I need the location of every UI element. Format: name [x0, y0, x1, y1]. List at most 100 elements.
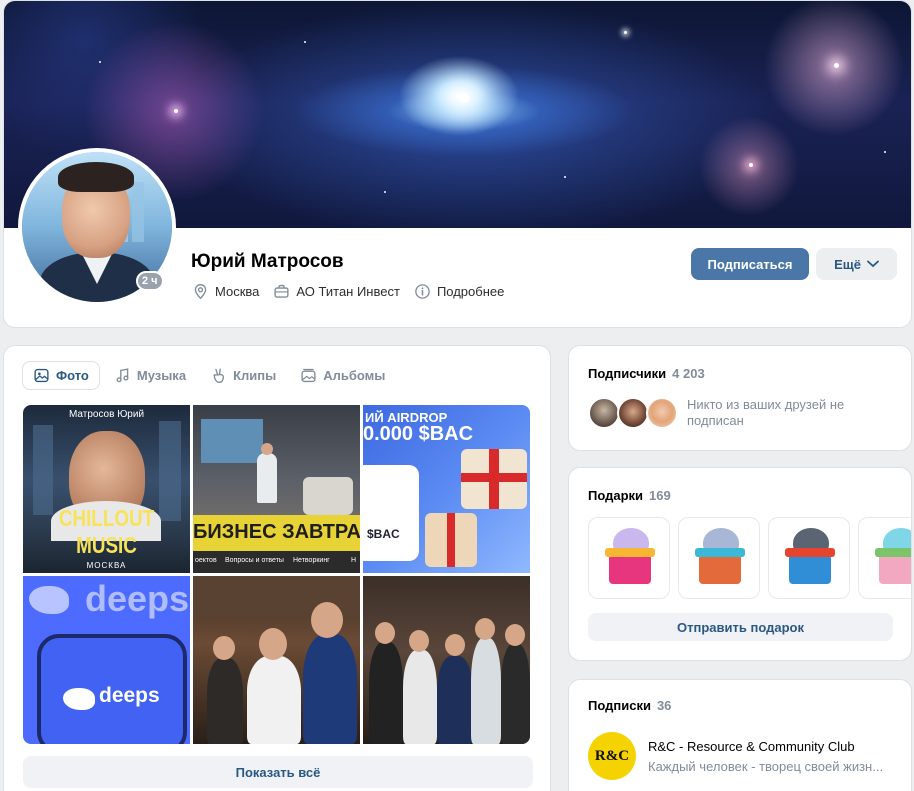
tab-label: Фото: [56, 368, 89, 383]
photo-person: [403, 650, 437, 744]
photo-chillout-music[interactable]: Матросов Юрий CHILLOUT MUSIC МОСКВА: [23, 405, 190, 573]
city-info: Москва: [192, 283, 259, 300]
gifts-count: 169: [649, 488, 671, 503]
profile-name: Юрий Матросов: [191, 251, 344, 272]
gift-item[interactable]: [588, 517, 670, 599]
followers-preview: Никто из ваших друзей не подписан: [588, 397, 867, 429]
subscription-item[interactable]: R&C R&C - Resource & Community Club Кажд…: [588, 732, 883, 780]
photo-panel-label: $BAC: [367, 527, 400, 541]
gift-box-icon: [699, 554, 741, 584]
albums-icon: [301, 368, 316, 383]
more-button-label: Ещё: [834, 256, 861, 272]
community-logo: R&C: [588, 732, 636, 780]
star: [749, 163, 753, 167]
photo-title: БИЗНЕС ЗАВТРА: [193, 521, 360, 543]
tab-label: Клипы: [233, 368, 277, 383]
photo-icon: [34, 368, 49, 383]
gift-item[interactable]: [858, 517, 911, 599]
photo-panel: $BAC: [363, 465, 419, 561]
star: [384, 191, 386, 193]
photo-footer-item: Нетворкинг: [293, 557, 330, 564]
media-card: Фото Музыка Клипы Альбомы Матросов Юрий …: [3, 345, 551, 791]
photo-airdrop[interactable]: ИЙ AIRDROP 0.000 $BAC $BAC: [363, 405, 530, 573]
follower-avatar[interactable]: [646, 397, 678, 429]
photo-footer-item: Вопросы и ответы: [225, 557, 284, 564]
gift-lid: [605, 548, 655, 557]
subscriptions-header[interactable]: Подписки 36: [588, 698, 671, 713]
star: [564, 176, 566, 178]
subscriptions-card: Подписки 36 R&C R&C - Resource & Communit…: [568, 679, 912, 791]
followers-note: Никто из ваших друзей не подписан: [687, 397, 845, 428]
photo-speaker: [257, 453, 277, 503]
tab-music[interactable]: Музыка: [104, 361, 196, 390]
followers-card: Подписчики 4 203 Никто из ваших друзей не…: [568, 345, 912, 451]
photo-head: [409, 630, 429, 652]
gifts-list: [588, 517, 911, 599]
tab-albums[interactable]: Альбомы: [290, 361, 395, 390]
subscription-text: R&C - Resource & Community Club Каждый ч…: [648, 739, 883, 774]
avatar-hair: [58, 162, 134, 192]
tab-clips[interactable]: Клипы: [200, 361, 286, 390]
photo-building: [33, 425, 53, 515]
subscribe-button[interactable]: Подписаться: [691, 248, 809, 280]
photo-head: [311, 602, 343, 638]
photo-subtitle: МОСКВА: [86, 561, 127, 570]
photo-person: [471, 638, 501, 744]
media-tabs: Фото Музыка Клипы Альбомы: [22, 361, 395, 390]
photo-footer-item: оектов: [195, 557, 217, 564]
photo-group-event[interactable]: [363, 576, 530, 744]
photo-head: [445, 634, 465, 656]
info-icon: [415, 284, 430, 299]
followers-count: 4 203: [672, 366, 705, 381]
details-label: Подробнее: [436, 284, 505, 299]
tab-label: Альбомы: [323, 368, 386, 383]
gift-cake-icon: [879, 554, 911, 584]
photo-screen: [201, 419, 263, 463]
gifts-header[interactable]: Подарки 169: [588, 488, 671, 503]
photo-ribbon: [461, 473, 527, 482]
photo-caption: Матросов Юрий: [68, 409, 145, 420]
gift-lid: [695, 548, 745, 557]
gift-item[interactable]: [678, 517, 760, 599]
followers-title: Подписчики: [588, 366, 667, 381]
photo-grid: Матросов Юрий CHILLOUT MUSIC МОСКВА БИЗН…: [23, 405, 533, 744]
photo-phone: deeps: [37, 634, 187, 744]
star: [884, 151, 886, 153]
gift-item[interactable]: [768, 517, 850, 599]
clips-icon: [213, 368, 224, 383]
photo-person: [501, 644, 530, 744]
company-label: АО Титан Инвест: [296, 284, 400, 299]
photo-amount: 0.000 $BAC: [363, 423, 474, 445]
photo-person: [247, 656, 301, 744]
online-status-badge: 2 ч: [136, 271, 164, 291]
subscription-title: R&C - Resource & Community Club: [648, 738, 855, 754]
photo-party-guests[interactable]: [193, 576, 360, 744]
music-note-icon: [116, 368, 129, 383]
tab-label: Музыка: [136, 368, 187, 383]
gift-box-icon: [609, 554, 651, 584]
gift-lid: [785, 548, 835, 557]
subscriptions-title: Подписки: [588, 698, 651, 713]
show-all-button[interactable]: Показать всё: [23, 756, 533, 788]
gift-box-icon: [789, 554, 831, 584]
follower-avatar[interactable]: [588, 397, 620, 429]
location-pin-icon: [194, 284, 207, 300]
photo-person: [303, 634, 357, 744]
photo-head: [259, 628, 287, 660]
star: [99, 61, 101, 63]
more-button[interactable]: Ещё: [816, 248, 897, 280]
photo-title: CHILLOUT MUSIC: [58, 505, 155, 558]
send-gift-button[interactable]: Отправить подарок: [588, 613, 893, 641]
company-info[interactable]: АО Титан Инвест: [273, 283, 400, 300]
star: [304, 41, 306, 43]
photo-audience: [303, 477, 353, 515]
details-link[interactable]: Подробнее: [414, 283, 504, 300]
gifts-title: Подарки: [588, 488, 644, 503]
photo-person: [207, 658, 243, 744]
tab-photos[interactable]: Фото: [22, 361, 100, 390]
followers-header[interactable]: Подписчики 4 203: [588, 366, 705, 381]
photo-person: [369, 642, 403, 744]
follower-avatar[interactable]: [617, 397, 649, 429]
photo-business-conference[interactable]: БИЗНЕС ЗАВТРА оектов Вопросы и ответы Не…: [193, 405, 360, 573]
photo-deepseek[interactable]: deeps deeps: [23, 576, 190, 744]
